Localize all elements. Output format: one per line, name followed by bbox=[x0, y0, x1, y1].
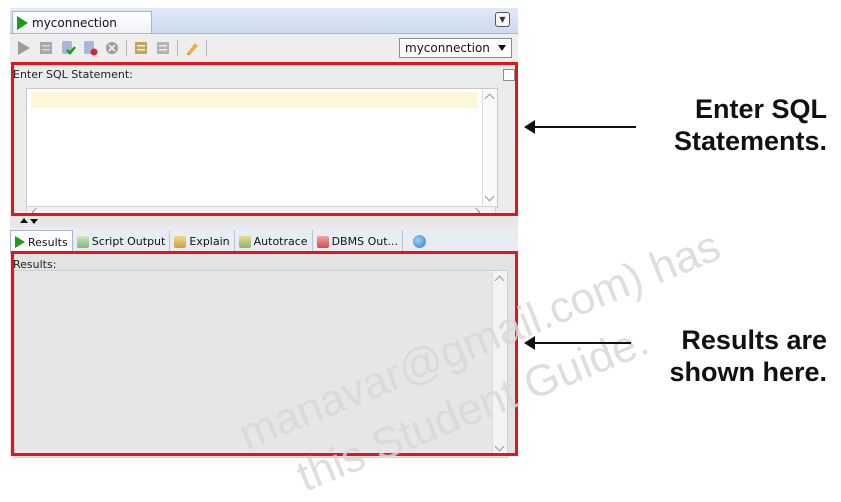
scroll-left-icon[interactable] bbox=[31, 207, 41, 217]
sql-editor-vertical-scrollbar[interactable] bbox=[482, 89, 497, 207]
sql-editor-input[interactable] bbox=[26, 88, 498, 208]
explain-icon[interactable] bbox=[155, 40, 171, 56]
tab-owa-output[interactable] bbox=[403, 230, 430, 253]
results-vertical-scrollbar[interactable] bbox=[492, 271, 507, 457]
sql-worksheet-panel: myconnection ▼ myconnection Enter SQL St… bbox=[10, 8, 518, 458]
tab-script-output[interactable]: Script Output bbox=[73, 230, 171, 253]
results-callout-line1: Results are bbox=[681, 325, 827, 355]
tab-dbms-output[interactable]: DBMS Out... bbox=[313, 230, 403, 253]
tab-menu-chevron-down-icon[interactable]: ▼ bbox=[495, 12, 510, 27]
cancel-icon[interactable] bbox=[104, 40, 120, 56]
sql-editor-label: Enter SQL Statement: bbox=[13, 68, 133, 81]
sql-editor-maximize-checkbox[interactable] bbox=[503, 69, 515, 81]
results-callout-arrow bbox=[524, 336, 631, 350]
commit-icon[interactable] bbox=[60, 40, 76, 56]
dbms-output-icon bbox=[316, 235, 329, 248]
panel-splitter[interactable] bbox=[10, 216, 518, 226]
tab-autotrace-label: Autotrace bbox=[253, 235, 308, 248]
globe-icon bbox=[413, 235, 426, 248]
tab-results-label: Results bbox=[28, 235, 68, 249]
sql-callout-line2: Statements. bbox=[673, 126, 827, 156]
connection-select[interactable]: myconnection bbox=[399, 38, 512, 58]
worksheet-tabstrip: myconnection ▼ bbox=[10, 8, 518, 34]
connection-select-value: myconnection bbox=[405, 41, 490, 55]
tab-myconnection[interactable]: myconnection bbox=[12, 11, 152, 33]
current-line-highlight bbox=[31, 92, 477, 108]
sql-callout-line1: Enter SQL bbox=[694, 94, 827, 124]
worksheet-play-icon bbox=[17, 15, 28, 30]
tab-dbms-output-label: DBMS Out... bbox=[331, 235, 398, 248]
sql-callout-arrow bbox=[524, 120, 636, 134]
tab-script-output-label: Script Output bbox=[91, 235, 166, 248]
sql-editor-horizontal-scrollbar[interactable] bbox=[26, 206, 496, 217]
scroll-right-icon[interactable] bbox=[471, 207, 481, 217]
scroll-down-icon[interactable] bbox=[494, 441, 505, 452]
sql-callout-text: Enter SQL Statements. bbox=[674, 93, 827, 157]
worksheet-toolbar: myconnection bbox=[10, 34, 518, 62]
results-tabstrip: Results Script Output Explain Autotrace … bbox=[10, 227, 518, 254]
rollback-icon[interactable] bbox=[82, 40, 98, 56]
sql-history-icon[interactable] bbox=[133, 40, 149, 56]
toolbar-separator bbox=[206, 40, 207, 56]
tab-results[interactable]: Results bbox=[10, 230, 73, 253]
autotrace-icon bbox=[238, 235, 251, 248]
scroll-up-icon[interactable] bbox=[484, 93, 495, 104]
results-callout-line2: shown here. bbox=[669, 357, 827, 387]
results-callout-text: Results are shown here. bbox=[669, 324, 827, 388]
tab-explain[interactable]: Explain bbox=[170, 230, 235, 253]
splitter-down-arrow-icon[interactable] bbox=[30, 219, 38, 224]
scroll-up-icon[interactable] bbox=[494, 275, 505, 286]
toolbar-separator bbox=[126, 40, 127, 56]
toolbar-separator bbox=[177, 40, 178, 56]
explain-plan-icon bbox=[174, 235, 187, 248]
tab-autotrace[interactable]: Autotrace bbox=[235, 230, 313, 253]
script-output-icon bbox=[76, 235, 89, 248]
scroll-down-icon[interactable] bbox=[484, 191, 495, 202]
splitter-up-arrow-icon[interactable] bbox=[20, 218, 28, 223]
chevron-down-icon bbox=[498, 45, 506, 51]
run-statement-icon[interactable] bbox=[16, 40, 32, 56]
sql-editor-region: Enter SQL Statement: bbox=[10, 64, 518, 217]
results-run-icon bbox=[15, 236, 25, 248]
clear-eraser-icon[interactable] bbox=[184, 40, 200, 56]
run-script-icon[interactable] bbox=[38, 40, 54, 56]
tab-explain-label: Explain bbox=[189, 235, 230, 248]
tab-title: myconnection bbox=[32, 15, 117, 30]
